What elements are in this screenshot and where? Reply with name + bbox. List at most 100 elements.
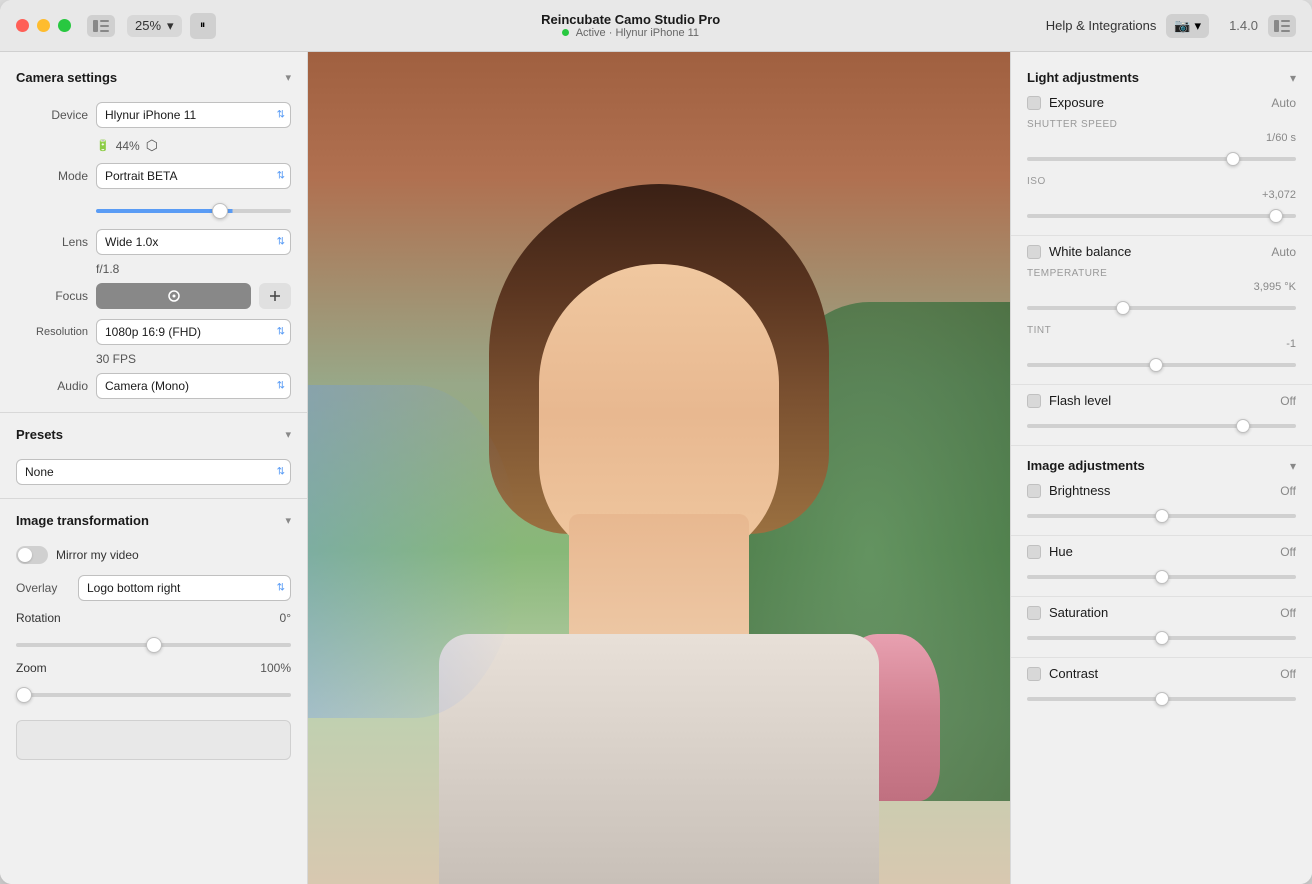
presets-select-wrapper: None ⇅ (16, 459, 291, 485)
device-info: 🔋 44% ⬡ (0, 133, 307, 158)
audio-select-wrapper: Camera (Mono) ⇅ (96, 373, 291, 399)
left-sidebar: Camera settings ▾ Device Hlynur iPhone 1… (0, 52, 308, 884)
saturation-left: Saturation (1027, 605, 1108, 620)
shutter-speed-sublabel: SHUTTER SPEED (1011, 115, 1312, 132)
focus-row: Focus (0, 278, 307, 314)
zoom-text-label: Zoom (16, 661, 47, 675)
presets-chevron[interactable]: ▾ (285, 428, 291, 441)
divider-1 (0, 412, 307, 413)
brightness-value: Off (1280, 484, 1296, 498)
presets-select[interactable]: None (16, 459, 291, 485)
exposure-left: Exposure (1027, 95, 1104, 110)
white-balance-header: White balance Auto (1027, 244, 1296, 259)
flash-checkbox[interactable] (1027, 394, 1041, 408)
saturation-checkbox[interactable] (1027, 606, 1041, 620)
titlebar-center: Reincubate Camo Studio Pro Active · Hlyn… (216, 12, 1046, 39)
adj-divider-4 (1011, 535, 1312, 536)
pause-button[interactable]: ⏸ (190, 13, 216, 39)
mode-row: Mode Portrait BETA ⇅ (0, 158, 307, 194)
saturation-slider[interactable] (1027, 636, 1296, 640)
toggle-knob (18, 548, 32, 562)
tint-slider[interactable] (1027, 363, 1296, 367)
camera-settings-chevron[interactable]: ▾ (285, 71, 291, 84)
hue-checkbox[interactable] (1027, 545, 1041, 559)
preview-bg (308, 52, 1010, 884)
light-adj-chevron[interactable]: ▾ (1290, 71, 1296, 85)
mirror-toggle[interactable] (16, 546, 48, 564)
shutter-slider[interactable] (1027, 157, 1296, 161)
presets-title: Presets (16, 427, 63, 442)
brightness-slider-row (1011, 503, 1312, 529)
temperature-value: 3,995 °K (1011, 281, 1312, 295)
flash-header: Flash level Off (1027, 393, 1296, 408)
mirror-label: Mirror my video (56, 548, 139, 562)
mode-slider[interactable] (96, 209, 291, 213)
exposure-checkbox[interactable] (1027, 96, 1041, 110)
rotation-label: Rotation (16, 611, 61, 625)
saturation-header: Saturation Off (1027, 605, 1296, 620)
exposure-label: Exposure (1049, 95, 1104, 110)
contrast-checkbox[interactable] (1027, 667, 1041, 681)
camera-settings-header: Camera settings ▾ (0, 64, 307, 91)
zoom-control[interactable]: 25% ▾ (127, 15, 182, 37)
app-subtitle: Active · Hlynur iPhone 11 (562, 27, 699, 39)
adj-divider-6 (1011, 657, 1312, 658)
focus-label: Focus (16, 289, 88, 303)
audio-select[interactable]: Camera (Mono) (96, 373, 291, 399)
zoom-value: 25% (135, 18, 161, 33)
rotation-slider-row (0, 630, 307, 656)
overlay-select[interactable]: Logo bottom right (78, 575, 291, 601)
white-balance-item: White balance Auto (1011, 242, 1312, 264)
focus-button[interactable] (96, 283, 251, 309)
zoom-slider[interactable] (16, 693, 291, 697)
resolution-select[interactable]: 1080p 16:9 (FHD) (96, 319, 291, 345)
iso-value: +3,072 (1011, 189, 1312, 203)
device-name: Hlynur iPhone 11 (615, 27, 699, 39)
tint-value: -1 (1011, 338, 1312, 352)
wb-checkbox[interactable] (1027, 245, 1041, 259)
maximize-button[interactable] (58, 19, 71, 32)
temperature-slider[interactable] (1027, 306, 1296, 310)
close-button[interactable] (16, 19, 29, 32)
brightness-slider[interactable] (1027, 514, 1296, 518)
chevron-down-icon: ▾ (1195, 18, 1202, 34)
image-adj-chevron[interactable]: ▾ (1290, 459, 1296, 473)
fps-text: 30 FPS (0, 350, 307, 368)
zoom-slider-row (0, 680, 307, 706)
image-transform-chevron[interactable]: ▾ (285, 514, 291, 527)
saturation-slider-row (1011, 625, 1312, 651)
flash-slider-row (1011, 413, 1312, 439)
contrast-slider[interactable] (1027, 697, 1296, 701)
tint-sublabel: TINT (1011, 321, 1312, 338)
camera-settings-title: Camera settings (16, 70, 117, 85)
tint-slider-row (1011, 352, 1312, 378)
right-sidebar: Light adjustments ▾ Exposure Auto SHUTTE… (1010, 52, 1312, 884)
focus-adjust-button[interactable] (259, 283, 291, 309)
brightness-checkbox[interactable] (1027, 484, 1041, 498)
lens-label: Lens (16, 235, 88, 249)
flash-slider[interactable] (1027, 424, 1296, 428)
iso-slider-row (1011, 203, 1312, 229)
iso-slider[interactable] (1027, 214, 1296, 218)
flash-label: Flash level (1049, 393, 1111, 408)
image-adj-title: Image adjustments (1027, 458, 1145, 473)
rotation-slider[interactable] (16, 643, 291, 647)
screen-glow (308, 385, 519, 718)
active-indicator (562, 29, 569, 36)
shutter-speed-value: 1/60 s (1011, 132, 1312, 146)
minimize-button[interactable] (37, 19, 50, 32)
adj-divider-3 (1011, 445, 1312, 446)
hue-label: Hue (1049, 544, 1073, 559)
hue-slider[interactable] (1027, 575, 1296, 579)
temperature-slider-row (1011, 295, 1312, 321)
brightness-header: Brightness Off (1027, 483, 1296, 498)
device-select[interactable]: Hlynur iPhone 11 (96, 102, 291, 128)
iso-sublabel: ISO (1011, 172, 1312, 189)
help-integrations-button[interactable]: Help & Integrations (1046, 18, 1157, 33)
mode-select[interactable]: Portrait BETA (96, 163, 291, 189)
sidebar-toggle-left[interactable] (87, 15, 115, 37)
camera-selector[interactable]: 📷 ▾ (1166, 14, 1209, 38)
layout-toggle-button[interactable] (1268, 15, 1296, 37)
titlebar: 25% ▾ ⏸ Reincubate Camo Studio Pro Activ… (0, 0, 1312, 52)
lens-select[interactable]: Wide 1.0x (96, 229, 291, 255)
